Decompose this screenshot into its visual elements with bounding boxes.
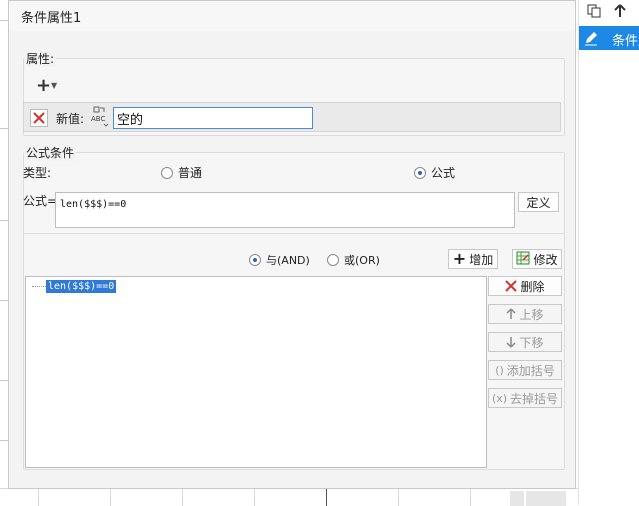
dialog-title: 条件属性1 [21,11,82,26]
logic-or-radio[interactable]: 或(OR) [327,252,380,268]
formula-label: 公式= [23,194,58,208]
grid-line [0,220,8,221]
remove-bracket-icon: (x) [491,391,508,405]
formula-group-label: 公式条件 [24,144,77,161]
attribute-group-label: 属性: [24,50,57,67]
add-bracket-label: 添加括号 [506,363,555,378]
condition-attribute-dialog: 条件属性1 属性: + ▼ 新值: ABC 公式条件 类型: 普通 公式 公 [8,0,576,489]
radio-button [327,254,339,266]
dialog-title-bar [9,1,575,31]
logic-and-label: 与(AND) [266,254,310,267]
condition-list[interactable]: len($$$)==0 [25,276,487,468]
type-formula-radio[interactable]: 公式 [414,164,455,181]
modify-condition-button[interactable]: 修改 [512,249,562,269]
grid-line [0,440,8,441]
move-up-label: 上移 [519,307,544,322]
add-condition-label: 增加 [469,252,494,267]
red-x-icon [505,280,518,292]
logic-or-label: 或(OR) [344,254,380,267]
right-panel: 条件属 [578,0,639,505]
list-item[interactable]: len($$$)==0 [46,280,117,293]
logic-and-radio[interactable]: 与(AND) [249,252,310,268]
grid-line [0,20,8,21]
delete-button[interactable]: 删除 [488,276,562,296]
grid-line [0,380,8,381]
plus-icon: + [36,75,52,96]
divider [23,233,565,234]
formula-textarea[interactable]: len($$$)==0 [55,192,515,228]
delete-label: 删除 [520,279,545,294]
add-bracket-button[interactable]: () 添加括号 [488,360,562,380]
define-button[interactable]: 定义 [518,192,559,212]
condition-attribute-label: 条件属 [612,34,639,49]
type-label: 类型: [23,166,52,180]
copy-icon[interactable] [585,4,603,22]
arrow-down-icon [506,337,517,348]
move-up-button[interactable]: 上移 [488,304,562,324]
svg-text:ABC: ABC [91,115,105,123]
remove-bracket-label: 去掉括号 [510,391,559,406]
remove-bracket-button[interactable]: (x) 去掉括号 [488,388,562,408]
edit-grid-icon [516,251,530,268]
move-down-label: 下移 [519,335,544,350]
radio-button-selected [249,254,261,266]
chevron-down-icon: ▼ [51,81,58,90]
condition-attribute-item[interactable]: 条件属 [579,26,639,50]
arrow-up-icon[interactable] [611,4,629,22]
type-formula-label: 公式 [431,166,456,180]
define-button-label: 定义 [526,195,551,210]
type-normal-label: 普通 [178,166,203,180]
radio-button [161,166,173,179]
new-value-row: 新值: ABC [23,102,561,132]
sheet-bottom-row [0,488,578,506]
type-normal-radio[interactable]: 普通 [161,164,202,181]
abc-type-icon[interactable]: ABC [90,106,110,128]
modify-condition-label: 修改 [533,252,558,267]
radio-button-selected [414,166,426,179]
pencil-icon [583,29,599,47]
arrow-up-icon [506,308,517,319]
bracket-icon: () [495,363,504,377]
tree-connector [32,286,46,287]
plus-icon: + [452,249,467,268]
new-value-input[interactable] [113,107,313,129]
add-attribute-dropdown[interactable]: + ▼ [33,75,61,96]
red-x-icon[interactable] [30,109,48,127]
move-down-button[interactable]: 下移 [488,332,562,352]
grid-line [0,300,8,301]
add-condition-button[interactable]: + 增加 [448,249,498,269]
new-value-label: 新值: [56,112,85,126]
grid-line [0,128,8,129]
